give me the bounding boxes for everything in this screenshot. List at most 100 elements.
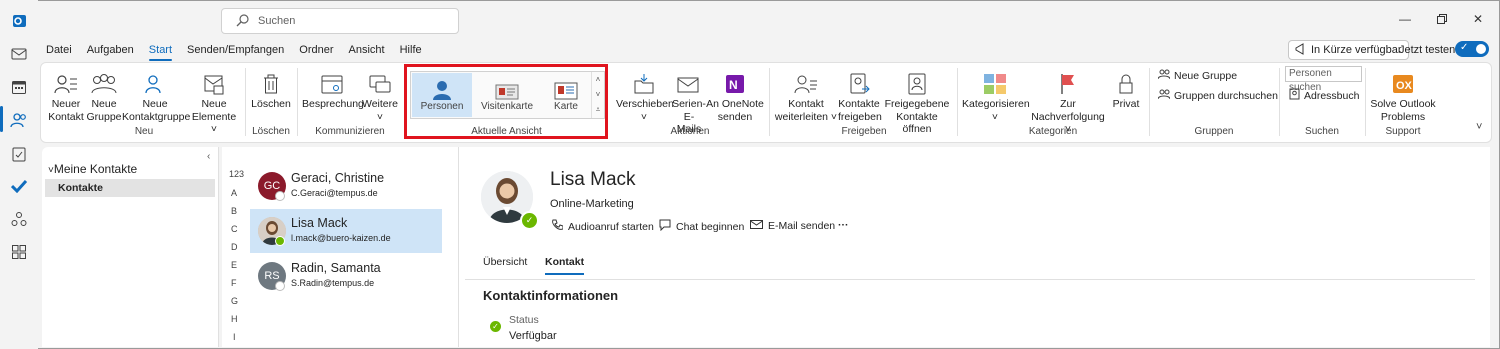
outlook-logo-icon bbox=[8, 10, 30, 32]
new-contact-icon bbox=[46, 67, 86, 95]
new-group-line1: Neue bbox=[91, 98, 117, 110]
meeting-button[interactable]: Besprechung bbox=[302, 67, 364, 111]
coming-soon-button[interactable]: In Kürze verfügbar bbox=[1288, 40, 1409, 60]
onenote-line2: senden bbox=[717, 110, 753, 123]
private-button[interactable]: Privat bbox=[1108, 67, 1144, 111]
calendar-people-icon bbox=[302, 67, 362, 95]
private-label: Privat bbox=[1112, 98, 1140, 110]
restore-icon[interactable] bbox=[1435, 12, 1449, 26]
group-label-support: Support bbox=[1385, 126, 1421, 137]
more-options-icon[interactable]: ··· bbox=[838, 219, 849, 231]
status-label: Status bbox=[509, 314, 539, 326]
list-item[interactable]: GC Geraci, Christine C.Geraci@tempus.de bbox=[250, 164, 442, 208]
folder-item-contacts[interactable]: Kontakte bbox=[45, 179, 215, 197]
minimize-icon[interactable]: — bbox=[1398, 12, 1412, 26]
new-group-button[interactable]: Neue Gruppe bbox=[86, 67, 122, 123]
highlight-box bbox=[404, 64, 608, 139]
categorize-button[interactable]: Kategorisieren ˅ bbox=[962, 67, 1030, 123]
group-label-neu: Neu bbox=[134, 126, 154, 137]
presence-available-icon: ✓ bbox=[520, 211, 539, 230]
coming-soon-label: In Kürze verfügbar bbox=[1311, 44, 1402, 56]
close-icon[interactable]: ✕ bbox=[1471, 12, 1485, 26]
apps-icon[interactable] bbox=[8, 241, 30, 263]
tab-contact[interactable]: Kontakt bbox=[545, 256, 585, 275]
outlook-support-icon: OX bbox=[1370, 67, 1436, 95]
move-button[interactable]: Verschieben ˅ bbox=[616, 67, 674, 123]
send-email-button[interactable]: E-Mail senden bbox=[750, 219, 835, 233]
search-box[interactable]: Suchen bbox=[221, 8, 459, 34]
list-item[interactable]: Lisa Mack l.mack@buero-kaizen.de bbox=[250, 209, 442, 253]
mail-merge-icon bbox=[672, 67, 706, 95]
browse-groups-label: Gruppen durchsuchen bbox=[1174, 90, 1278, 102]
solve-outlook-problems-button[interactable]: OX Solve Outlook Problems bbox=[1370, 67, 1436, 123]
list-item[interactable]: RS Radin, Samanta S.Radin@tempus.de bbox=[250, 254, 442, 298]
dropdown-chevron-icon: ˅ bbox=[376, 110, 384, 123]
tab-hilfe[interactable]: Hilfe bbox=[400, 44, 422, 56]
contact-detail-pane: ✓ Lisa Mack Online-Marketing Audioanruf … bbox=[459, 147, 1490, 347]
new-contact-button[interactable]: Neuer Kontakt bbox=[46, 67, 86, 123]
try-now-label: Jetzt testen bbox=[1399, 44, 1456, 56]
todo-icon[interactable] bbox=[8, 175, 30, 197]
tab-datei[interactable]: Datei bbox=[46, 44, 72, 56]
onenote-button[interactable]: N An OneNote senden bbox=[706, 67, 764, 123]
contact-email: S.Radin@tempus.de bbox=[291, 278, 375, 288]
group-label-freigeben: Freigeben bbox=[841, 126, 887, 137]
new-group-small-button[interactable]: Neue Gruppe bbox=[1157, 69, 1238, 83]
audio-call-button[interactable]: Audioanruf starten bbox=[551, 219, 654, 234]
more-label: Weitere bbox=[362, 98, 398, 110]
detail-contact-name: Lisa Mack bbox=[550, 169, 636, 190]
people-icon[interactable] bbox=[8, 109, 30, 131]
ribbon-separator bbox=[245, 68, 246, 136]
try-now-toggle[interactable]: ✓ bbox=[1455, 41, 1489, 57]
tasks-icon[interactable] bbox=[8, 143, 30, 165]
tab-overview[interactable]: Übersicht bbox=[483, 256, 527, 268]
ribbon-separator bbox=[769, 68, 770, 136]
svg-text:OX: OX bbox=[1396, 80, 1413, 92]
categorize-label: Kategorisieren bbox=[962, 98, 1030, 110]
collapse-pane-icon[interactable]: ‹ bbox=[207, 151, 210, 162]
onenote-line1: An OneNote bbox=[706, 98, 764, 110]
divider bbox=[465, 279, 1475, 280]
mail-icon bbox=[750, 219, 763, 233]
status-available-icon: ✓ bbox=[490, 321, 501, 332]
tab-start[interactable]: Start bbox=[148, 44, 173, 61]
tab-senden-empfangen[interactable]: Senden/Empfangen bbox=[187, 44, 284, 56]
more-communicate-button[interactable]: Weitere ˅ bbox=[362, 67, 398, 123]
share-contacts-button[interactable]: Kontakte freigeben bbox=[838, 67, 882, 123]
address-book-label: Adressbuch bbox=[1304, 89, 1360, 102]
detail-job-title: Online-Marketing bbox=[550, 198, 634, 210]
groups-icon[interactable] bbox=[8, 208, 30, 230]
ribbon-expand-icon[interactable]: ˅ bbox=[1476, 121, 1482, 133]
menu-tabs: Datei Aufgaben Start Senden/Empfangen Or… bbox=[46, 44, 437, 61]
forward-contact-button[interactable]: Kontakt weiterleiten ˅ bbox=[774, 67, 838, 123]
solve-line1: Solve Outlook bbox=[1370, 98, 1436, 110]
follow-up-line1: Zur bbox=[1060, 98, 1076, 110]
share-line2: freigeben bbox=[838, 110, 882, 123]
address-book-button[interactable]: Adressbuch bbox=[1289, 88, 1359, 103]
presence-offline-icon bbox=[275, 191, 285, 201]
delete-button[interactable]: Löschen bbox=[250, 67, 292, 111]
tab-ordner[interactable]: Ordner bbox=[299, 44, 333, 56]
tab-ansicht[interactable]: Ansicht bbox=[349, 44, 385, 56]
search-people-input[interactable]: Personen suchen bbox=[1285, 66, 1362, 93]
new-contact-group-button[interactable]: Neue Kontaktgruppe bbox=[122, 67, 191, 123]
move-folder-icon bbox=[616, 67, 672, 95]
audio-call-label: Audioanruf starten bbox=[568, 220, 654, 233]
new-contact-group-line2: Kontaktgruppe bbox=[122, 110, 191, 123]
chat-bubble-icon bbox=[659, 219, 671, 234]
new-group-icon bbox=[86, 67, 122, 95]
tab-aufgaben[interactable]: Aufgaben bbox=[87, 44, 134, 56]
new-group-small-icon bbox=[1157, 69, 1171, 83]
start-chat-button[interactable]: Chat beginnen bbox=[659, 219, 744, 234]
forward-line1: Kontakt bbox=[788, 98, 824, 110]
my-contacts-header[interactable]: ˅Meine Kontakte bbox=[48, 162, 137, 176]
new-group-small-label: Neue Gruppe bbox=[1174, 70, 1238, 82]
browse-groups-button[interactable]: Gruppen durchsuchen bbox=[1157, 89, 1278, 103]
forward-line2: weiterleiten ˅ bbox=[774, 110, 838, 123]
new-items-line1: Neue bbox=[201, 98, 227, 110]
presence-available-icon bbox=[275, 236, 285, 246]
mail-icon[interactable] bbox=[8, 43, 30, 65]
search-placeholder: Suchen bbox=[258, 15, 296, 27]
lock-icon bbox=[1108, 67, 1144, 95]
calendar-icon[interactable] bbox=[8, 76, 30, 98]
